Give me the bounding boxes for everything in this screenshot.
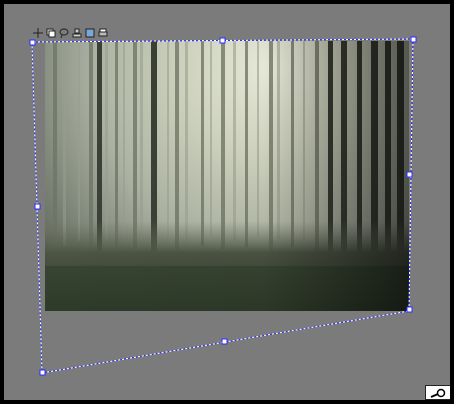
layer-icon[interactable] [84, 28, 95, 39]
lasso-icon[interactable] [58, 28, 69, 39]
app-window [0, 0, 454, 404]
transform-overlay [29, 36, 417, 376]
magnifier-icon [429, 383, 447, 400]
stamp-icon[interactable] [71, 28, 82, 39]
move-icon[interactable] [32, 28, 43, 39]
handle-top-right[interactable] [410, 36, 417, 43]
copy-icon[interactable] [45, 28, 56, 39]
selection-outline[interactable] [31, 38, 414, 374]
handle-bottom-left[interactable] [39, 369, 46, 376]
transform-toolbar [32, 27, 108, 39]
handle-top-left[interactable] [29, 39, 36, 46]
handle-bottom-middle[interactable] [221, 338, 228, 345]
print-icon[interactable] [97, 28, 108, 39]
handle-middle-left[interactable] [34, 203, 41, 210]
canvas-area[interactable] [4, 4, 450, 400]
selection-outline-inner [31, 38, 414, 374]
zoom-button[interactable] [425, 385, 450, 400]
handle-middle-right[interactable] [406, 171, 413, 178]
handle-bottom-right[interactable] [406, 306, 413, 313]
handle-top-middle[interactable] [219, 37, 226, 44]
